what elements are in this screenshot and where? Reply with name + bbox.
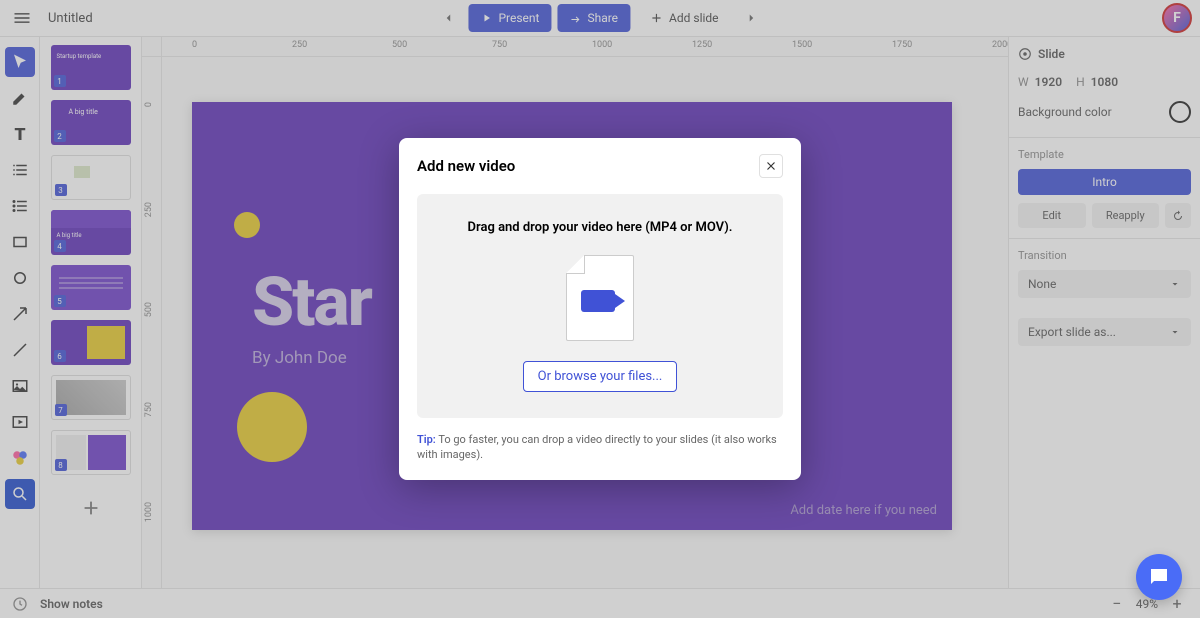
browse-files-button[interactable]: Or browse your files... xyxy=(523,361,678,392)
modal-close-button[interactable] xyxy=(759,154,783,178)
video-file-icon xyxy=(566,255,634,341)
close-icon xyxy=(764,159,778,173)
tip-body: To go faster, you can drop a video direc… xyxy=(417,433,777,461)
modal-tip: Tip: To go faster, you can drop a video … xyxy=(399,432,801,481)
add-video-modal: Add new video Drag and drop your video h… xyxy=(399,138,801,481)
chat-support-button[interactable] xyxy=(1136,554,1182,600)
modal-title: Add new video xyxy=(417,157,515,175)
modal-overlay[interactable]: Add new video Drag and drop your video h… xyxy=(0,0,1200,618)
video-drop-zone[interactable]: Drag and drop your video here (MP4 or MO… xyxy=(417,194,783,418)
camera-icon xyxy=(581,290,615,312)
tip-label: Tip: xyxy=(417,433,436,446)
chat-icon xyxy=(1147,565,1171,589)
drop-zone-text: Drag and drop your video here (MP4 or MO… xyxy=(429,220,771,235)
